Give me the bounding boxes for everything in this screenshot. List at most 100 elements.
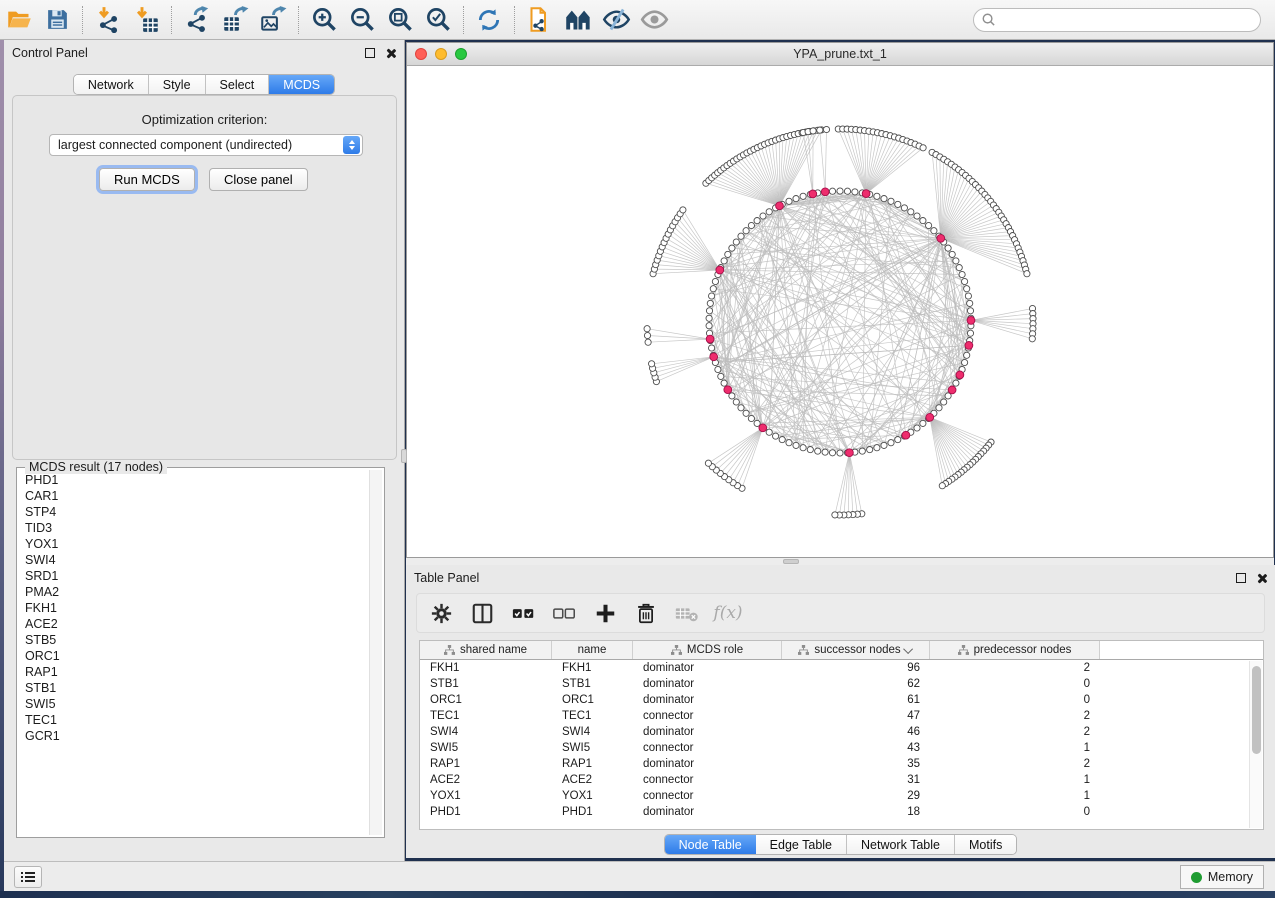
table-row[interactable]: PHD1PHD1dominator180	[420, 804, 1263, 820]
column-header-name[interactable]: name	[552, 641, 633, 659]
close-table-panel-icon[interactable]	[1256, 573, 1267, 584]
mcds-result-item[interactable]: ORC1	[19, 648, 371, 664]
search-input[interactable]	[996, 11, 1260, 29]
tab-select[interactable]: Select	[206, 75, 270, 94]
mcds-result-item[interactable]: TID3	[19, 520, 371, 536]
table-scrollbar[interactable]	[1249, 661, 1262, 828]
vertical-splitter-handle[interactable]	[401, 449, 407, 463]
apply-layout-icon[interactable]	[470, 3, 508, 37]
table-row[interactable]: ACE2ACE2connector311	[420, 772, 1263, 788]
show-column-panel-icon[interactable]	[470, 601, 494, 625]
cell-role: connector	[633, 774, 782, 786]
close-panel-button[interactable]: Close panel	[209, 168, 308, 191]
import-table-icon[interactable]	[127, 3, 165, 37]
zoom-selected-icon[interactable]	[419, 3, 457, 37]
mcds-result-item[interactable]: PMA2	[19, 584, 371, 600]
mcds-result-scrollbar[interactable]	[369, 470, 382, 835]
table-row[interactable]: RAP1RAP1dominator352	[420, 756, 1263, 772]
mcds-result-item[interactable]: ACE2	[19, 616, 371, 632]
select-stepper-icon	[343, 136, 360, 154]
network-graph-canvas[interactable]	[407, 66, 1275, 557]
tab-style[interactable]: Style	[149, 75, 206, 94]
mcds-result-item[interactable]: RAP1	[19, 664, 371, 680]
import-network-icon[interactable]	[89, 3, 127, 37]
table-row[interactable]: SWI5SWI5connector431	[420, 740, 1263, 756]
cell-successors: 31	[782, 774, 930, 786]
export-image-icon[interactable]	[254, 3, 292, 37]
sort-chevron-icon	[903, 644, 913, 654]
table-row[interactable]: YOX1YOX1connector291	[420, 788, 1263, 804]
task-history-button[interactable]	[14, 866, 42, 888]
mcds-result-item[interactable]: SWI4	[19, 552, 371, 568]
tab-mcds[interactable]: MCDS	[269, 75, 334, 94]
hide-selected-icon[interactable]	[597, 3, 635, 37]
mcds-result-item[interactable]: YOX1	[19, 536, 371, 552]
show-all-icon[interactable]	[635, 3, 673, 37]
export-table-icon[interactable]	[216, 3, 254, 37]
zoom-fit-icon[interactable]	[381, 3, 419, 37]
mcds-result-item[interactable]: FKH1	[19, 600, 371, 616]
mcds-result-item[interactable]: SRD1	[19, 568, 371, 584]
mcds-result-item[interactable]: STP4	[19, 504, 371, 520]
first-neighbors-icon[interactable]	[559, 3, 597, 37]
column-header-MCDS-role[interactable]: MCDS role	[633, 641, 782, 659]
column-header-shared-name[interactable]: shared name	[420, 641, 552, 659]
zoom-out-icon[interactable]	[343, 3, 381, 37]
new-network-from-selection-icon[interactable]	[521, 3, 559, 37]
memory-status-icon	[1191, 872, 1202, 883]
tab-motifs[interactable]: Motifs	[955, 835, 1016, 854]
add-column-icon[interactable]	[593, 601, 617, 625]
node-table[interactable]: shared namenameMCDS rolesuccessor nodesp…	[419, 640, 1264, 830]
float-table-panel-icon[interactable]	[1236, 573, 1246, 583]
horizontal-splitter-handle[interactable]	[783, 559, 799, 564]
table-panel-title: Table Panel	[414, 571, 479, 585]
mcds-result-item[interactable]: SWI5	[19, 696, 371, 712]
horizontal-splitter[interactable]	[406, 558, 1274, 565]
memory-button[interactable]: Memory	[1180, 865, 1264, 889]
zoom-in-icon[interactable]	[305, 3, 343, 37]
network-window-title: YPA_prune.txt_1	[407, 47, 1273, 61]
close-panel-icon[interactable]	[385, 48, 396, 59]
cell-role: dominator	[633, 726, 782, 738]
tab-network-table[interactable]: Network Table	[847, 835, 955, 854]
mcds-result-item[interactable]: CAR1	[19, 488, 371, 504]
mcds-result-item[interactable]: PHD1	[19, 472, 371, 488]
column-header-predecessor-nodes[interactable]: predecessor nodes	[930, 641, 1100, 659]
cell-name: ACE2	[552, 774, 633, 786]
open-file-icon[interactable]	[0, 3, 38, 37]
export-network-icon[interactable]	[178, 3, 216, 37]
table-row[interactable]: FKH1FKH1dominator962	[420, 660, 1263, 676]
mcds-result-list[interactable]: PHD1CAR1STP4TID3YOX1SWI4SRD1PMA2FKH1ACE2…	[19, 472, 371, 835]
optimization-criterion-label: Optimization criterion:	[13, 112, 396, 127]
cell-successors: 29	[782, 790, 930, 802]
tab-network[interactable]: Network	[74, 75, 149, 94]
network-window-titlebar[interactable]: YPA_prune.txt_1	[407, 43, 1273, 66]
cell-name: ORC1	[552, 694, 633, 706]
tab-edge-table[interactable]: Edge Table	[756, 835, 847, 854]
column-header-successor-nodes[interactable]: successor nodes	[782, 641, 930, 659]
select-all-rows-icon[interactable]	[511, 601, 535, 625]
mcds-result-item[interactable]: STB5	[19, 632, 371, 648]
table-row[interactable]: STB1STB1dominator620	[420, 676, 1263, 692]
tab-node-table[interactable]: Node Table	[665, 835, 756, 854]
table-scrollbar-thumb[interactable]	[1252, 666, 1261, 754]
search-field[interactable]	[973, 8, 1261, 32]
deselect-all-rows-icon[interactable]	[552, 601, 576, 625]
mcds-result-item[interactable]: TEC1	[19, 712, 371, 728]
cell-name: SWI5	[552, 742, 633, 754]
float-panel-icon[interactable]	[365, 48, 375, 58]
cell-successors: 46	[782, 726, 930, 738]
cell-predecessors: 2	[930, 710, 1100, 722]
table-row[interactable]: TEC1TEC1connector472	[420, 708, 1263, 724]
mcds-result-item[interactable]: GCR1	[19, 728, 371, 744]
mcds-result-item[interactable]: STB1	[19, 680, 371, 696]
save-session-icon[interactable]	[38, 3, 76, 37]
run-mcds-button[interactable]: Run MCDS	[99, 168, 195, 191]
optimization-criterion-select[interactable]: largest connected component (undirected)	[49, 134, 363, 156]
table-row[interactable]: ORC1ORC1dominator610	[420, 692, 1263, 708]
table-row[interactable]: SWI4SWI4dominator462	[420, 724, 1263, 740]
cell-name: RAP1	[552, 758, 633, 770]
optimization-criterion-value: largest connected component (undirected)	[50, 138, 343, 152]
delete-columns-icon[interactable]	[634, 601, 658, 625]
table-settings-icon[interactable]	[429, 601, 453, 625]
